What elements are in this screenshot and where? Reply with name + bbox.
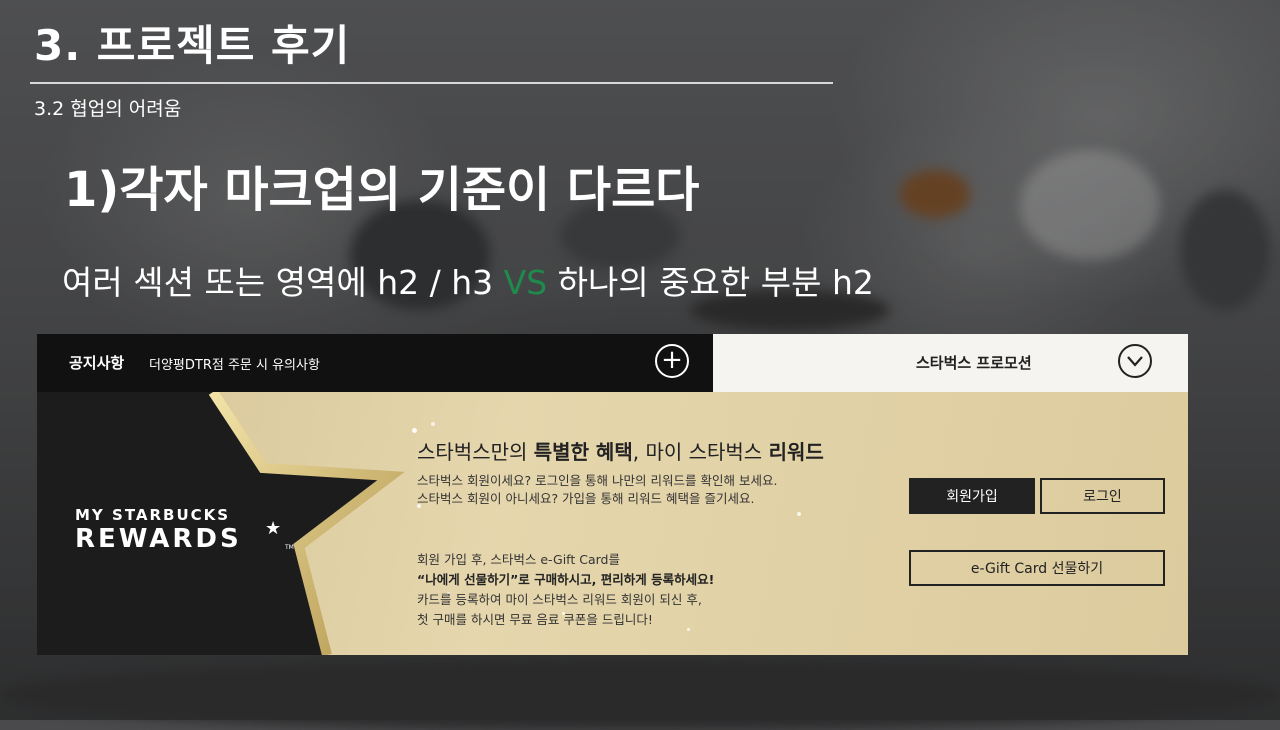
heading-mid: , 마이 스타벅스 <box>632 440 769 464</box>
vs-text: VS <box>503 263 548 302</box>
login-button[interactable]: 로그인 <box>1040 478 1165 514</box>
rewards-intro: 스타벅스 회원이세요? 로그인을 통해 나만의 리워드를 확인해 보세요. 스타… <box>417 472 777 508</box>
promo-bar[interactable]: 스타벅스 프로모션 <box>713 334 1188 392</box>
heading-bold1: 특별한 혜택 <box>533 440 633 464</box>
heading-bold2: 리워드 <box>768 440 824 464</box>
egift-button[interactable]: e-Gift Card 선물하기 <box>909 550 1165 586</box>
notice-link[interactable]: 더양평DTR점 주문 시 유의사항 <box>149 354 320 373</box>
rewards-logo: MY STARBUCKS REWARDS <box>75 506 242 554</box>
sparkle <box>412 428 417 433</box>
desc-before: 여러 섹션 또는 영역에 h2 / h3 <box>62 263 504 302</box>
logo-line2: REWARDS <box>75 524 242 554</box>
chevron-down-icon[interactable] <box>1118 344 1152 378</box>
notice-bar: 공지사항 더양평DTR점 주문 시 유의사항 + <box>37 334 713 392</box>
gift-line: 카드를 등록하여 마이 스타벅스 리워드 회원이 되신 후, <box>417 592 702 607</box>
trademark-mark: TM <box>285 544 294 551</box>
subsection-label: 3.2 협업의 어려움 <box>34 98 182 120</box>
rewards-heading: 스타벅스만의 특별한 혜택, 마이 스타벅스 리워드 <box>417 436 824 465</box>
plus-circle-icon[interactable]: + <box>655 344 689 378</box>
gift-line: 첫 구매를 하시면 무료 음료 쿠폰을 드립니다! <box>417 612 653 627</box>
gift-line: 회원 가입 후, 스타벅스 e-Gift Card를 <box>417 552 620 567</box>
desc-after: 하나의 중요한 부분 h2 <box>547 263 874 302</box>
gift-line: “나에게 선물하기”로 구매하시고, 편리하게 등록하세요! <box>417 572 715 587</box>
star-icon: ★ <box>265 518 282 539</box>
intro-line: 스타벅스 회원이세요? 로그인을 통해 나만의 리워드를 확인해 보세요. <box>417 473 778 488</box>
rewards-banner: MY STARBUCKS REWARDS ★ TM 스타벅스만의 특별한 혜택,… <box>37 392 1188 655</box>
rewards-gift-info: 회원 가입 후, 스타벅스 e-Gift Card를 “나에게 선물하기”로 구… <box>417 550 714 630</box>
title-divider <box>30 82 833 84</box>
join-button[interactable]: 회원가입 <box>909 478 1035 514</box>
sparkle <box>431 422 435 426</box>
promo-label: 스타벅스 프로모션 <box>916 354 1032 372</box>
slide-description: 여러 섹션 또는 영역에 h2 / h3 VS 하나의 중요한 부분 h2 <box>62 256 874 304</box>
sparkle <box>797 512 801 516</box>
slide-title: 3. 프로젝트 후기 <box>34 21 351 70</box>
intro-line: 스타벅스 회원이 아니세요? 가입을 통해 리워드 혜택을 즐기세요. <box>417 491 755 506</box>
slide-heading: 1)각자 마크업의 기준이 다르다 <box>64 162 700 218</box>
logo-line1: MY STARBUCKS <box>75 506 231 524</box>
heading-prefix: 스타벅스만의 <box>417 440 534 464</box>
notice-label: 공지사항 <box>69 354 125 372</box>
starbucks-screenshot: 공지사항 더양평DTR점 주문 시 유의사항 + 스타벅스 프로모션 MY ST… <box>37 334 1188 655</box>
